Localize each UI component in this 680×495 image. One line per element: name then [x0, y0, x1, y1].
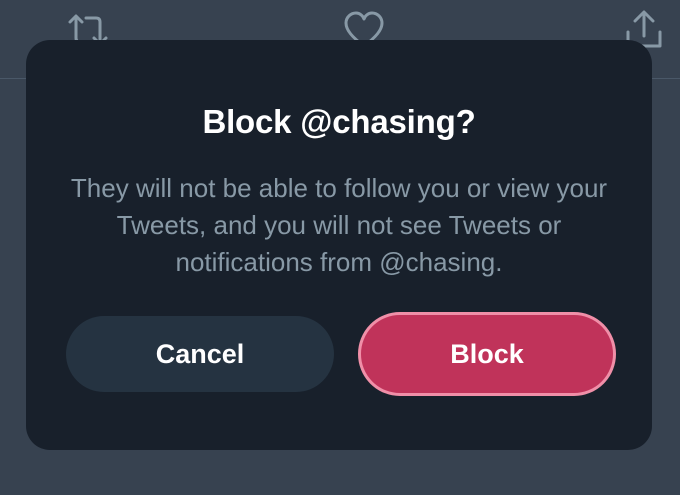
- dialog-message: They will not be able to follow you or v…: [70, 173, 608, 277]
- dialog-title: Block @chasing?: [202, 103, 476, 140]
- cancel-button[interactable]: Cancel: [66, 316, 334, 392]
- block-button[interactable]: Block: [358, 312, 616, 396]
- block-confirmation-dialog: Block @chasing? They will not be able to…: [26, 40, 652, 450]
